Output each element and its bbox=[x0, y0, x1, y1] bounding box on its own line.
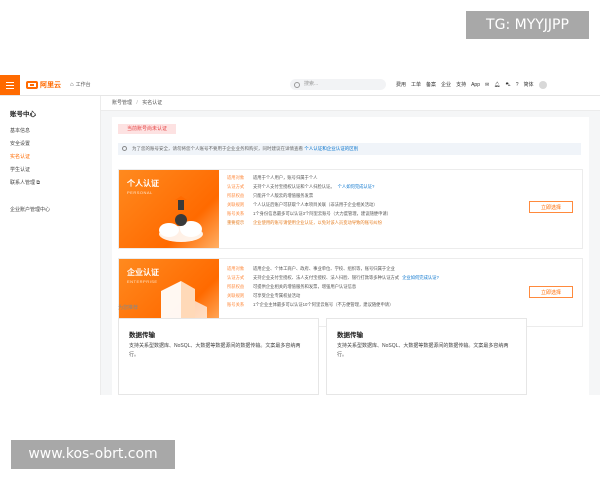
detail-row: 关联规则 可享受企业专属权益活动 bbox=[227, 293, 301, 298]
detail-row: 关联规则 个人认证后账户可获取个人本项目关联（非法用于企业相关活动） bbox=[227, 202, 378, 207]
watermark-top: TG: MYYJJPP bbox=[466, 11, 589, 39]
main-panel: 当前账号尚未认证 为了您的账号安全，请勿将您个人账号不要用于企业业务和购买，同时… bbox=[112, 117, 589, 395]
breadcrumb-current: 实名认证 bbox=[142, 100, 163, 106]
sidebar-item-label: 联系人管理 bbox=[10, 180, 36, 186]
nav-fees[interactable]: 费用 bbox=[396, 79, 406, 91]
nav-enterprise[interactable]: 企业 bbox=[441, 79, 451, 91]
aliyun-logo-icon bbox=[26, 81, 38, 89]
info-icon bbox=[122, 146, 127, 151]
workbench-link[interactable]: ⌂ 工作台 bbox=[70, 79, 91, 91]
menu-icon[interactable] bbox=[0, 75, 20, 95]
sidebar-item-enterprise-center[interactable]: 企业账户管理中心 bbox=[10, 206, 50, 213]
recommend-card-title: 数据传输 bbox=[129, 332, 155, 339]
sidebar-title: 账号中心 bbox=[10, 111, 36, 118]
lang-switch[interactable]: 简体 bbox=[523, 79, 533, 91]
recommend-title: 为您推荐 bbox=[118, 305, 139, 311]
avatar[interactable] bbox=[538, 81, 547, 89]
enterprise-subtitle: ENTERPRISE bbox=[127, 279, 158, 284]
notice-bar: 为了您的账号安全，请勿将您个人账号不要用于企业业务和购买，同时建议在详情查看 个… bbox=[118, 143, 581, 155]
status-badge: 当前账号尚未认证 bbox=[118, 124, 176, 134]
recommend-card-desc: 支持关系型数据库、NoSQL、大数据等数据源间的数据传输。文案最多容纳两行。 bbox=[337, 343, 509, 358]
personal-banner: 个人认证 PERSONAL bbox=[119, 170, 219, 248]
watermark-bottom: www.kos-obrt.com bbox=[11, 440, 175, 469]
enterprise-howto-link[interactable]: 企业如何完成认证? bbox=[402, 275, 439, 280]
enterprise-auth-card: 企业认证 ENTERPRISE 适用对象 适用企业、个体工商户、政府、事业单位、学… bbox=[118, 258, 583, 327]
enterprise-select-button[interactable]: 立即选择 bbox=[529, 286, 573, 298]
detail-row-warning: 重要提示 企业使用的账号请使用企业认证，以免对该人员变动导致的账号纠纷 bbox=[227, 220, 382, 225]
breadcrumb-root[interactable]: 账号管理 bbox=[112, 100, 132, 106]
breadcrumb: 账号管理 / 实名认证 bbox=[101, 96, 600, 111]
recommend-card-desc: 支持关系型数据库、NoSQL、大数据等数据源间的数据传输。文案最多容纳两行。 bbox=[129, 343, 301, 358]
recommend-card[interactable]: 数据传输 支持关系型数据库、NoSQL、大数据等数据源间的数据传输。文案最多容纳… bbox=[326, 318, 527, 395]
personal-select-button[interactable]: 立即选择 bbox=[529, 201, 573, 213]
app-window: 阿里云 ⌂ 工作台 搜索... 费用 工单 备案 企业 支持 App ✉ 🔔︎ … bbox=[0, 75, 600, 395]
brand-name: 阿里云 bbox=[40, 82, 61, 89]
sidebar: 账号中心 基本信息 安全设置 实名认证 学生认证 联系人管理 ⧉ 企业账户管理中… bbox=[0, 96, 101, 395]
enterprise-banner: 企业认证 ENTERPRISE bbox=[119, 259, 219, 326]
bell-icon[interactable]: 🔔︎ bbox=[494, 79, 500, 91]
help-icon[interactable]: ? bbox=[516, 79, 519, 91]
nav-tickets[interactable]: 工单 bbox=[411, 79, 421, 91]
personal-howto-link[interactable]: 个人如何完成认证? bbox=[338, 184, 375, 189]
top-navbar: 阿里云 ⌂ 工作台 搜索... 费用 工单 备案 企业 支持 App ✉ 🔔︎ … bbox=[0, 75, 600, 96]
personal-title: 个人认证 bbox=[127, 179, 159, 188]
detail-row: 认证方式 支持企业支付宝授权、法人支付宝授权、法人扫脸、银行打款等多种认证方式 企业… bbox=[227, 275, 439, 280]
search-placeholder: 搜索... bbox=[304, 81, 319, 87]
mail-icon[interactable]: ✉ bbox=[485, 79, 489, 91]
detail-row: 账号关系 1个身份信息最多可以认证3个阿里云账号（大力度管理，建议随便申请） bbox=[227, 211, 391, 216]
external-link-icon: ⧉ bbox=[36, 180, 40, 186]
search-icon bbox=[294, 82, 300, 88]
nav-app[interactable]: App bbox=[471, 79, 480, 91]
personal-illustration-icon bbox=[159, 196, 203, 242]
notice-link[interactable]: 个人认证和企业认证的区别 bbox=[304, 146, 358, 151]
breadcrumb-separator: / bbox=[136, 100, 138, 106]
sidebar-item-basic-info[interactable]: 基本信息 bbox=[10, 127, 30, 134]
detail-row: 适用对象 适用企业、个体工商户、政府、事业单位、学校、组织等，账号归属于企业 bbox=[227, 266, 395, 271]
cart-icon[interactable]: ⛍ bbox=[506, 79, 511, 91]
detail-row: 所获权益 可提供企业相关的增值服务和发票，增强用户认证信息 bbox=[227, 284, 357, 289]
personal-auth-card: 个人认证 PERSONAL 适用对象 适用于个人用户，账号归属于个人 认证方式 支持… bbox=[118, 169, 583, 249]
sidebar-item-student[interactable]: 学生认证 bbox=[10, 166, 30, 173]
detail-row: 账号关系 1个企业主体最多可以认证10个阿里云账号（不方便管理，建议随便申请） bbox=[227, 302, 394, 307]
detail-row: 所获权益 只能开个人版云的增值服务发票 bbox=[227, 193, 314, 198]
sidebar-item-contacts[interactable]: 联系人管理 ⧉ bbox=[10, 179, 40, 186]
recommend-card-title: 数据传输 bbox=[337, 332, 363, 339]
nav-icp[interactable]: 备案 bbox=[426, 79, 436, 91]
personal-subtitle: PERSONAL bbox=[127, 190, 153, 195]
detail-row: 认证方式 支持个人支付宝授权认证和个人扫脸认证。 个人如何完成认证? bbox=[227, 184, 375, 189]
enterprise-details: 适用对象 适用企业、个体工商户、政府、事业单位、学校、组织等，账号归属于企业 认证… bbox=[227, 264, 439, 309]
sidebar-item-security[interactable]: 安全设置 bbox=[10, 140, 30, 147]
recommend-card[interactable]: 数据传输 支持关系型数据库、NoSQL、大数据等数据源间的数据传输。文案最多容纳… bbox=[118, 318, 319, 395]
top-nav-links: 费用 工单 备案 企业 支持 App ✉ 🔔︎ ⛍ ? 简体 bbox=[396, 79, 547, 91]
nav-support[interactable]: 支持 bbox=[456, 79, 466, 91]
brand-logo[interactable]: 阿里云 bbox=[26, 79, 61, 91]
sidebar-item-real-name[interactable]: 实名认证 bbox=[10, 153, 30, 160]
personal-details: 适用对象 适用于个人用户，账号归属于个人 认证方式 支持个人支付宝授权认证和个人扫脸… bbox=[227, 173, 391, 227]
notice-text: 为了您的账号安全，请勿将您个人账号不要用于企业业务和购买，同时建议在详情查看 bbox=[132, 146, 303, 151]
detail-row: 适用对象 适用于个人用户，账号归属于个人 bbox=[227, 175, 318, 180]
workbench-label: 工作台 bbox=[75, 82, 91, 88]
search-input[interactable]: 搜索... bbox=[290, 79, 386, 90]
home-icon: ⌂ bbox=[70, 82, 74, 88]
